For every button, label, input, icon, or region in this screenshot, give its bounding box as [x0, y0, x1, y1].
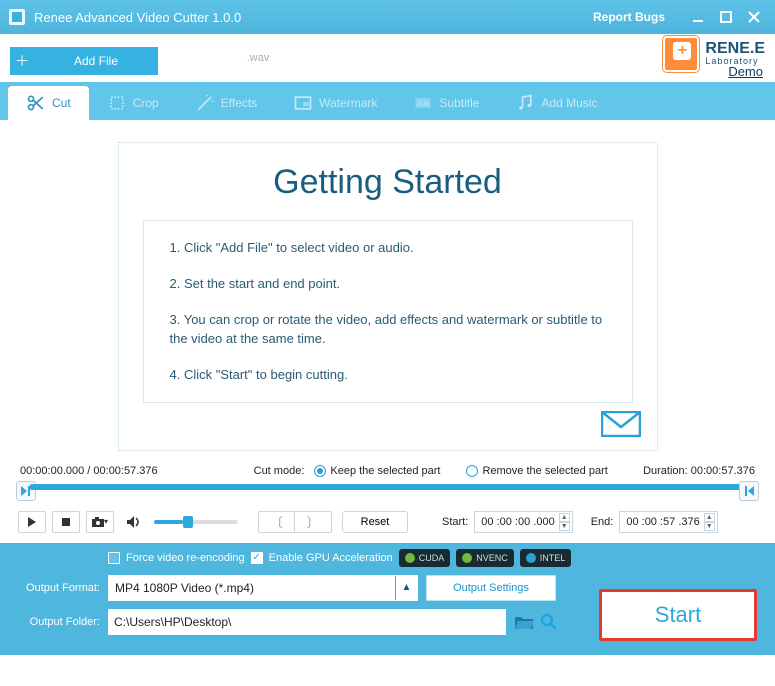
volume-button[interactable]: [120, 511, 148, 533]
getting-started-title: Getting Started: [119, 163, 657, 202]
timeline[interactable]: [16, 481, 759, 505]
playback-controls: ▾ 〔 〕 Reset Start: 00 :00 :00 .000 ▲▼ En…: [16, 509, 759, 543]
radio-remove-selected[interactable]: [466, 465, 478, 477]
start-spin-up[interactable]: ▲: [559, 513, 570, 522]
tab-crop-label: Crop: [133, 96, 159, 110]
report-bugs-link[interactable]: Report Bugs: [593, 10, 665, 24]
crop-icon: [107, 93, 127, 113]
gpu-cuda-badge: CUDA: [399, 549, 451, 567]
force-reencode-label: Force video re-encoding: [126, 552, 245, 564]
encoding-options-row: Force video re-encoding ✓ Enable GPU Acc…: [108, 549, 763, 567]
stage: Getting Started 1. Click "Add File" to s…: [0, 142, 775, 543]
remove-selected-label: Remove the selected part: [482, 465, 607, 477]
keep-selected-label: Keep the selected part: [330, 465, 440, 477]
demo-link[interactable]: Demo: [728, 64, 763, 79]
close-button[interactable]: [741, 6, 767, 28]
gpu-nvenc-badge: NVENC: [456, 549, 514, 567]
gpu-intel-badge: INTEL: [520, 549, 572, 567]
timeline-track[interactable]: [30, 484, 745, 490]
tab-effects[interactable]: Effects: [177, 86, 275, 120]
force-reencode-checkbox[interactable]: [108, 552, 120, 564]
step-4: 4. Click "Start" to begin cutting.: [170, 366, 606, 384]
app-icon: [8, 8, 26, 26]
svg-text:SUB: SUB: [418, 102, 430, 108]
minimize-button[interactable]: [685, 6, 711, 28]
end-time-input[interactable]: 00 :00 :57 .376 ▲▼: [619, 511, 717, 533]
add-file-button[interactable]: ＋ Add File: [10, 47, 158, 75]
reset-button[interactable]: Reset: [342, 511, 408, 533]
end-time-value: 00 :00 :57 .376: [626, 516, 699, 528]
mark-out-button[interactable]: 〕: [295, 512, 331, 532]
browse-folder-icon[interactable]: [540, 613, 558, 631]
snapshot-button[interactable]: ▾: [86, 511, 114, 533]
add-file-label: Add File: [34, 54, 158, 68]
stop-button[interactable]: [52, 511, 80, 533]
brand-icon: [663, 36, 699, 72]
start-time-input[interactable]: 00 :00 :00 .000 ▲▼: [474, 511, 572, 533]
play-button[interactable]: [18, 511, 46, 533]
wand-icon: [195, 93, 215, 113]
footer: Force video re-encoding ✓ Enable GPU Acc…: [0, 543, 775, 655]
gpu-accel-label: Enable GPU Acceleration: [269, 552, 393, 564]
maximize-button[interactable]: [713, 6, 739, 28]
gpu-accel-checkbox[interactable]: ✓: [251, 552, 263, 564]
tab-effects-label: Effects: [221, 96, 257, 110]
titlebar: Renee Advanced Video Cutter 1.0.0 Report…: [0, 0, 775, 34]
combo-arrow-icon: ▲: [395, 576, 417, 600]
scissors-icon: [26, 93, 46, 113]
cut-mode-label: Cut mode:: [254, 465, 305, 477]
tab-cut[interactable]: Cut: [8, 86, 89, 120]
brand-name: RENE.E: [705, 42, 765, 56]
start-time-label: Start:: [442, 516, 468, 528]
music-icon: [515, 93, 535, 113]
time-info-row: 00:00:00.000 / 00:00:57.376 Cut mode: Ke…: [16, 461, 759, 479]
getting-started-panel: Getting Started 1. Click "Add File" to s…: [118, 142, 658, 451]
output-folder-label: Output Folder:: [12, 616, 100, 628]
start-spin-down[interactable]: ▼: [559, 522, 570, 531]
duration-label: Duration:: [643, 465, 688, 477]
tab-subtitle[interactable]: SUB Subtitle: [395, 86, 497, 120]
output-format-value: MP4 1080P Video (*.mp4): [115, 581, 254, 595]
duration-value: 00:00:57.376: [691, 465, 755, 477]
tab-subtitle-label: Subtitle: [439, 96, 479, 110]
output-format-combo[interactable]: MP4 1080P Video (*.mp4) ▲: [108, 575, 418, 601]
start-button-label: Start: [655, 602, 701, 628]
tab-crop[interactable]: Crop: [89, 86, 177, 120]
toolbar: ＋ Add File .wav: [0, 34, 775, 82]
start-button[interactable]: Start: [599, 589, 757, 641]
step-2: 2. Set the start and end point.: [170, 275, 606, 293]
tab-addmusic-label: Add Music: [541, 96, 597, 110]
end-time-label: End:: [591, 516, 614, 528]
mark-in-button[interactable]: 〔: [259, 512, 295, 532]
tab-watermark-label: Watermark: [319, 96, 377, 110]
output-folder-input[interactable]: C:\Users\HP\Desktop\: [108, 609, 506, 635]
tab-watermark[interactable]: Watermark: [275, 86, 395, 120]
getting-started-steps: 1. Click "Add File" to select video or a…: [143, 220, 633, 403]
mark-in-out: 〔 〕: [258, 511, 332, 533]
output-folder-value: C:\Users\HP\Desktop\: [114, 615, 231, 629]
plus-icon: ＋: [10, 51, 34, 71]
output-format-label: Output Format:: [12, 582, 100, 594]
volume-slider[interactable]: [154, 520, 238, 524]
radio-keep-selected[interactable]: [314, 465, 326, 477]
watermark-icon: [293, 93, 313, 113]
step-1: 1. Click "Add File" to select video or a…: [170, 239, 606, 257]
open-folder-icon[interactable]: [514, 613, 534, 631]
app-title: Renee Advanced Video Cutter 1.0.0: [34, 10, 241, 25]
tab-add-music[interactable]: Add Music: [497, 86, 615, 120]
end-spin-up[interactable]: ▲: [704, 513, 715, 522]
start-time-value: 00 :00 :00 .000: [481, 516, 554, 528]
end-spin-down[interactable]: ▼: [704, 522, 715, 531]
output-settings-button[interactable]: Output Settings: [426, 575, 556, 601]
position-total: 00:00:00.000 / 00:00:57.376: [20, 465, 158, 477]
current-filename: .wav: [168, 52, 348, 64]
tab-bar: Cut Crop Effects Watermark SUB Subtitle …: [0, 82, 775, 120]
timeline-end-handle[interactable]: [739, 481, 759, 501]
tab-cut-label: Cut: [52, 96, 71, 110]
step-3: 3. You can crop or rotate the video, add…: [170, 311, 606, 347]
subtitle-icon: SUB: [413, 93, 433, 113]
feedback-icon[interactable]: [119, 411, 657, 442]
